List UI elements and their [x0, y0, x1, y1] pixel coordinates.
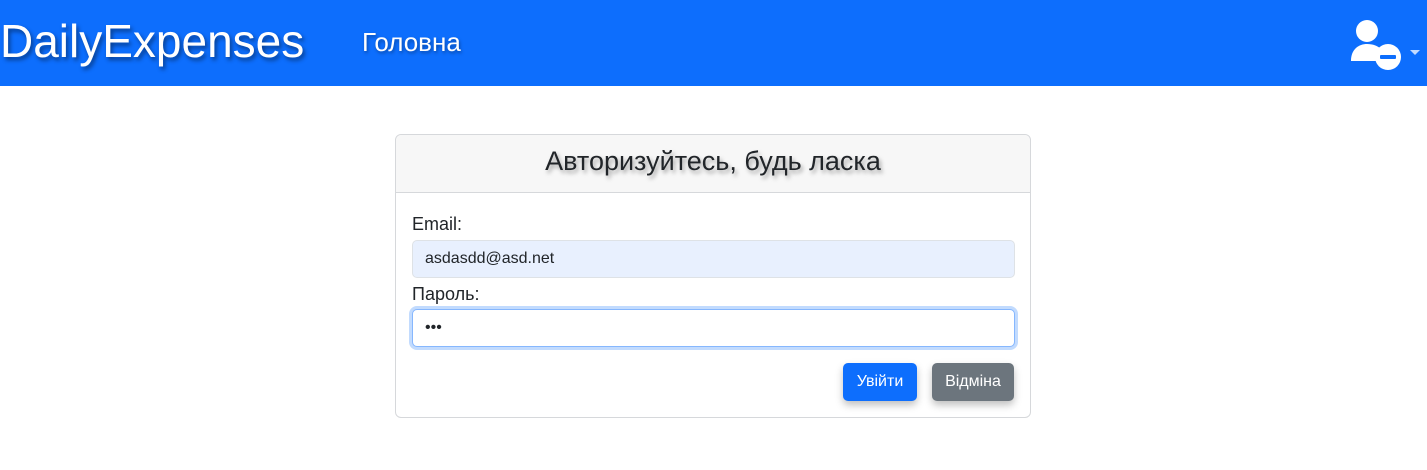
login-card: Авторизуйтесь, будь ласка Email: Пароль:… [395, 134, 1031, 418]
chevron-down-icon [1410, 50, 1420, 55]
password-label: Пароль: [412, 284, 480, 304]
user-minus-icon [1351, 20, 1401, 70]
login-button[interactable]: Увійти [843, 363, 917, 401]
brand-link[interactable]: DailyExpenses [0, 13, 304, 69]
user-menu-dropdown[interactable] [1346, 16, 1424, 72]
email-input[interactable] [412, 240, 1015, 278]
cancel-button[interactable]: Відміна [932, 363, 1014, 401]
nav-link-home[interactable]: Головна [362, 27, 461, 57]
login-card-title: Авторизуйтесь, будь ласка [396, 135, 1030, 193]
email-label: Email: [412, 214, 463, 234]
password-input[interactable] [412, 309, 1015, 347]
top-navbar: DailyExpenses Головна [0, 0, 1427, 86]
